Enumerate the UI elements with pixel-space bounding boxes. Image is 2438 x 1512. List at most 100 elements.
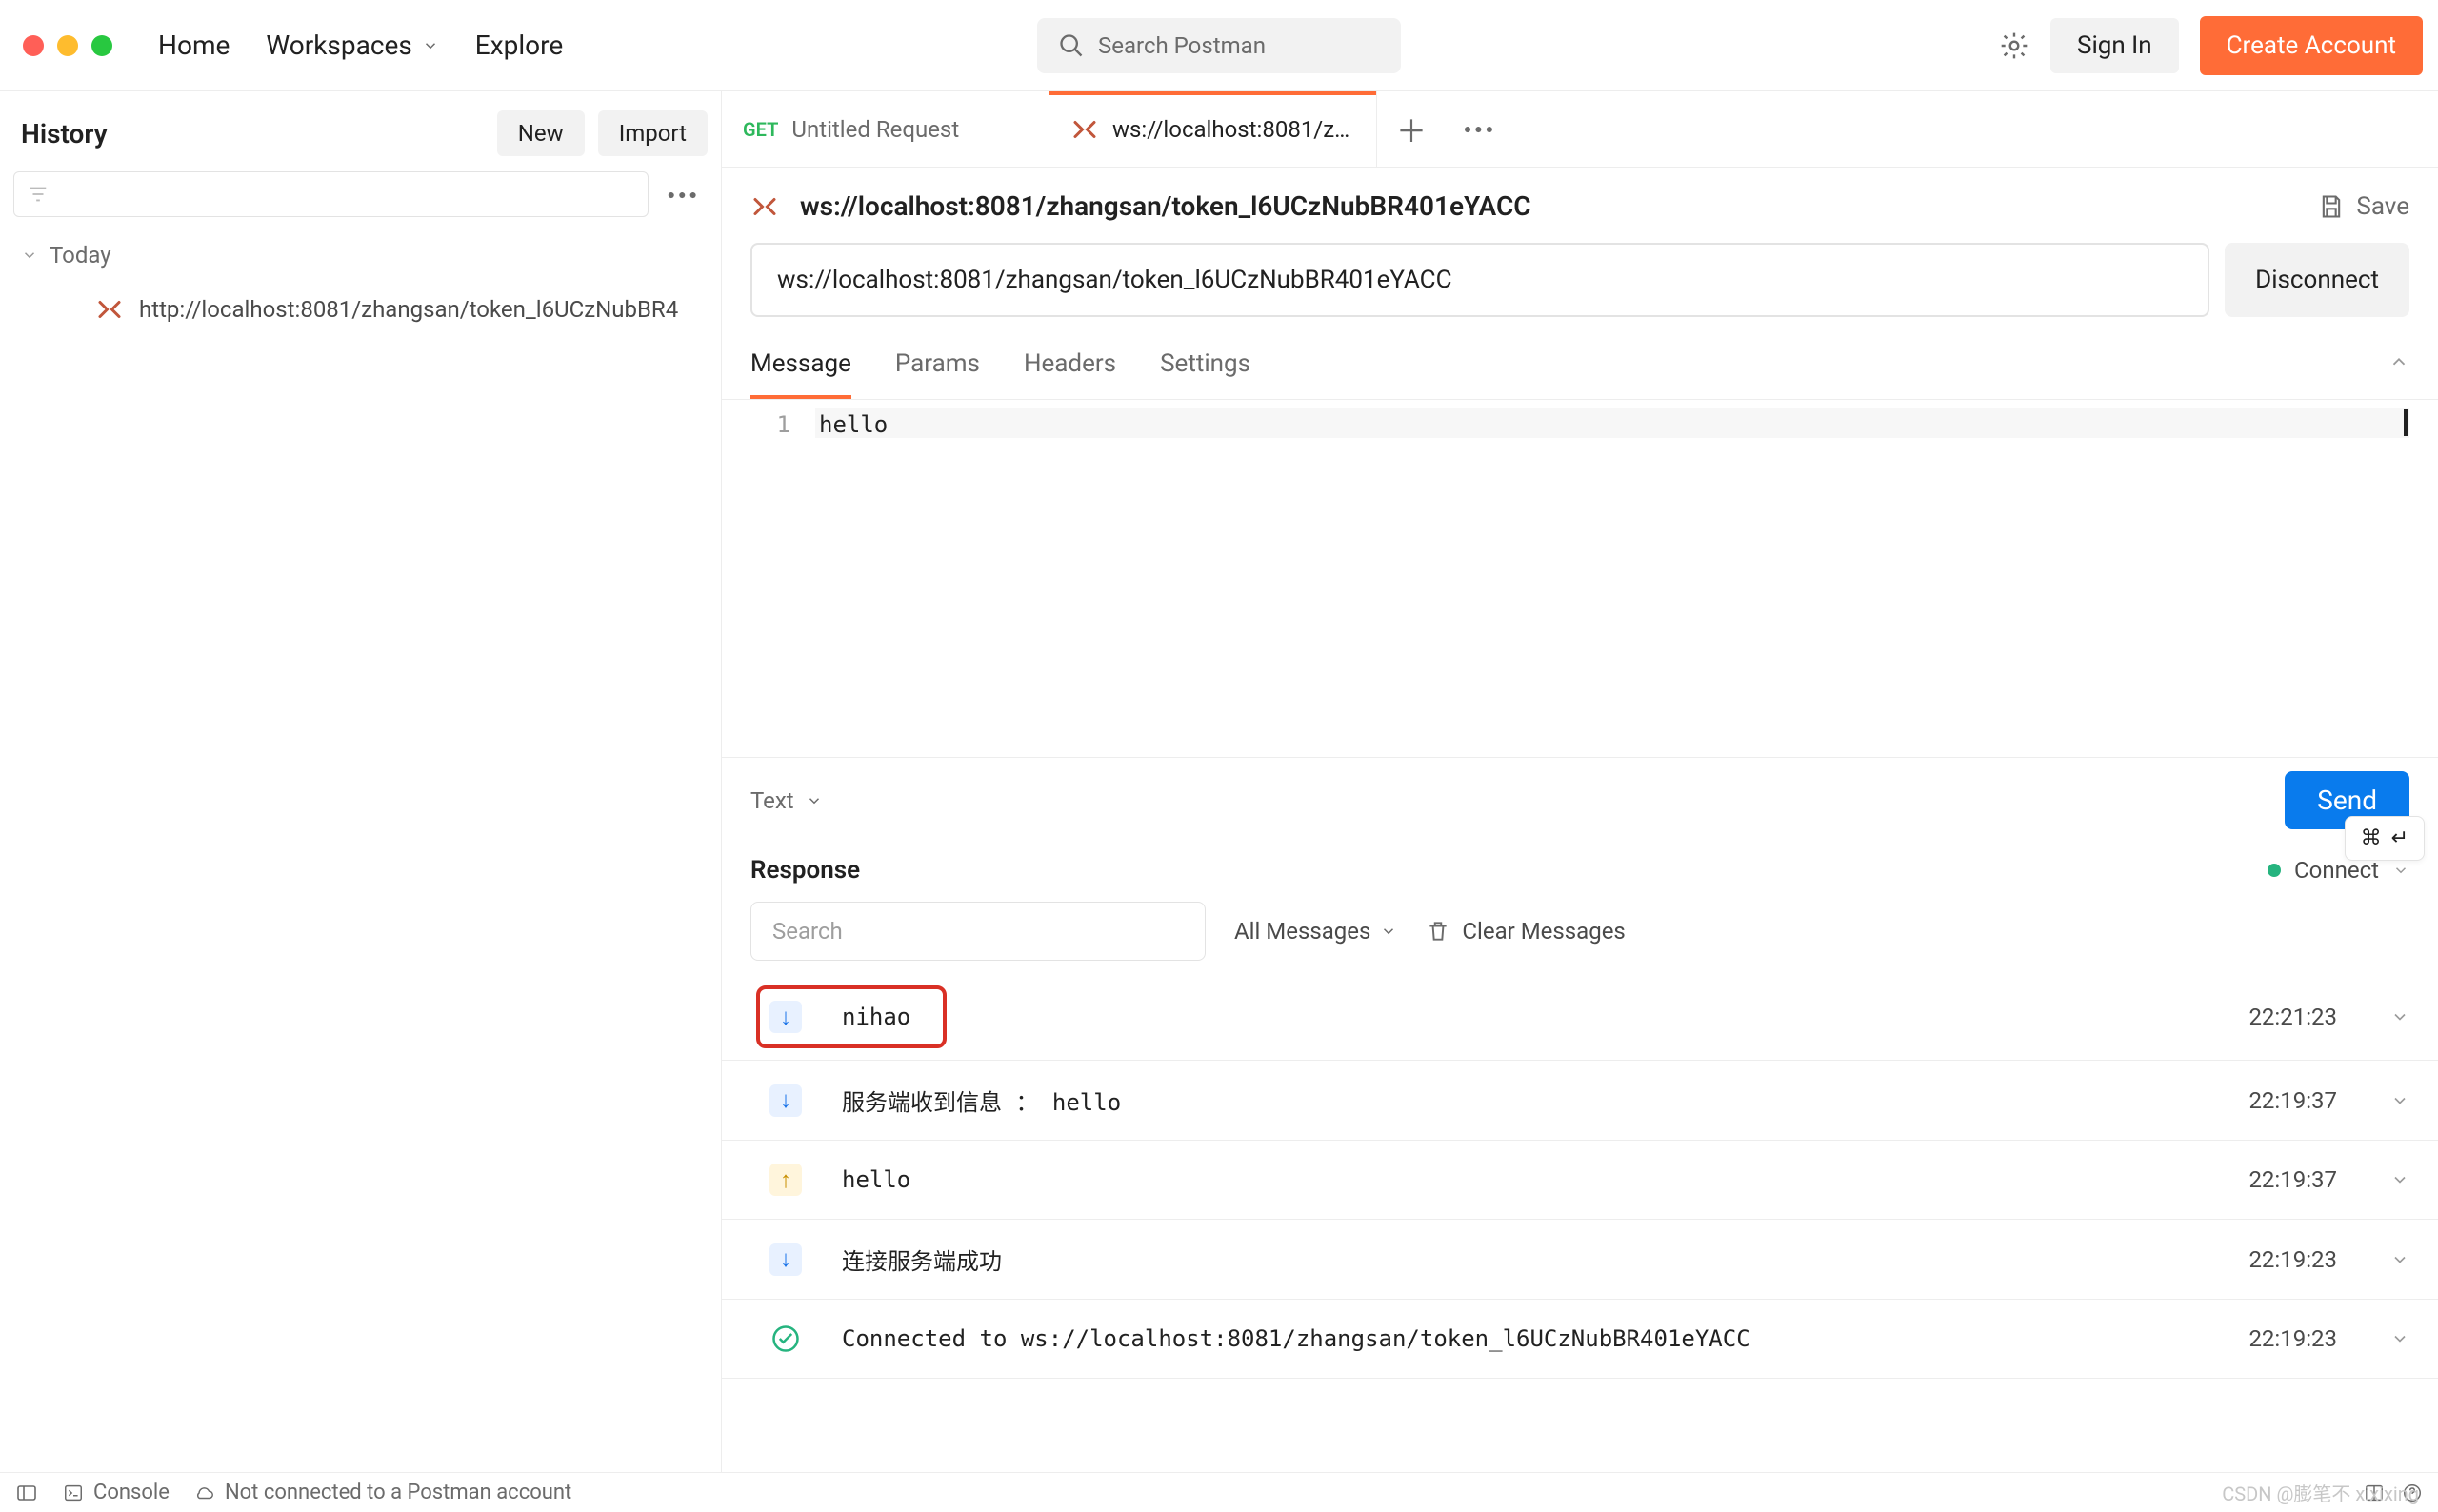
enter-key-icon: ↵	[2391, 826, 2408, 850]
check-circle-icon	[769, 1323, 802, 1355]
message-row[interactable]: ↓ 连接服务端成功 22:19:23	[722, 1220, 2438, 1300]
history-section-today[interactable]: Today	[0, 229, 721, 282]
top-nav: Home Workspaces Explore	[158, 30, 563, 61]
url-value: ws://localhost:8081/zhangsan/token_l6UCz…	[777, 266, 1452, 294]
clear-messages-button[interactable]: Clear Messages	[1426, 918, 1625, 945]
chevron-down-icon	[1380, 923, 1397, 940]
chevron-down-icon[interactable]	[2392, 862, 2409, 879]
response-title: Response	[750, 856, 860, 885]
sidebar-filter-row: ●●●	[0, 171, 721, 229]
shortcut-hint: ⌘ ↵	[2345, 816, 2425, 861]
message-list: ↓ nihao 22:21:23 ↓ 服务端收到信息 ： hello 22:19…	[722, 974, 2438, 1379]
tab-label: ws://localhost:8081/zhan	[1112, 116, 1355, 143]
request-title: ws://localhost:8081/zhangsan/token_l6UCz…	[800, 190, 1531, 222]
code-area[interactable]: hello	[815, 408, 2409, 757]
response-search-input[interactable]: Search	[750, 902, 1206, 961]
search-placeholder: Search Postman	[1098, 32, 1266, 59]
arrow-down-icon: ↓	[769, 1084, 802, 1117]
arrow-up-icon: ↑	[769, 1164, 802, 1196]
save-icon	[2318, 193, 2345, 220]
search-input[interactable]: Search Postman	[1037, 18, 1401, 73]
message-row[interactable]: ↓ nihao 22:21:23	[722, 974, 2438, 1061]
tab-bar: GET Untitled Request ws://localhost:8081…	[722, 91, 2438, 168]
save-button[interactable]: Save	[2318, 192, 2409, 221]
code-content: hello	[819, 411, 888, 438]
subtab-settings[interactable]: Settings	[1160, 334, 1250, 399]
chevron-down-icon	[806, 792, 823, 809]
tab-untitled-request[interactable]: GET Untitled Request	[722, 91, 1049, 167]
websocket-icon	[750, 192, 779, 221]
trash-icon	[1426, 919, 1450, 944]
chevron-down-icon	[422, 37, 439, 54]
new-tab-button[interactable]: ＋	[1377, 91, 1446, 167]
message-text: nihao	[842, 1004, 910, 1030]
tab-ws-request[interactable]: ws://localhost:8081/zhan	[1049, 91, 1377, 167]
section-label: Today	[50, 242, 111, 269]
sidebar-more-icon[interactable]: ●●●	[660, 179, 708, 210]
collapse-icon[interactable]	[2388, 351, 2409, 378]
format-label: Text	[750, 787, 794, 814]
send-bar: Text Send	[722, 758, 2438, 843]
message-row[interactable]: Connected to ws://localhost:8081/zhangsa…	[722, 1300, 2438, 1379]
cmd-key-icon: ⌘	[2361, 826, 2382, 850]
panel-toggle-icon[interactable]	[15, 1482, 38, 1504]
subtab-headers[interactable]: Headers	[1024, 334, 1116, 399]
clear-label: Clear Messages	[1462, 918, 1625, 945]
filter-input[interactable]	[13, 171, 649, 217]
top-right: Sign In Create Account	[1999, 16, 2423, 75]
message-editor[interactable]: 1 hello	[722, 400, 2438, 758]
chevron-down-icon[interactable]	[2390, 1091, 2409, 1110]
chevron-down-icon[interactable]	[2390, 1007, 2409, 1026]
history-item[interactable]: http://localhost:8081/zhangsan/token_l6U…	[0, 282, 721, 337]
window-controls	[23, 35, 112, 56]
websocket-icon	[1070, 115, 1099, 144]
url-row: ws://localhost:8081/zhangsan/token_l6UCz…	[722, 233, 2438, 334]
format-dropdown[interactable]: Text	[750, 787, 823, 814]
message-row[interactable]: ↑ hello 22:19:37	[722, 1141, 2438, 1220]
sidebar: History New Import ●●● Today http://loca…	[0, 91, 722, 1472]
url-input[interactable]: ws://localhost:8081/zhangsan/token_l6UCz…	[750, 243, 2209, 317]
websocket-icon	[95, 295, 124, 324]
subtab-params[interactable]: Params	[895, 334, 980, 399]
new-button[interactable]: New	[497, 110, 585, 156]
save-label: Save	[2356, 192, 2409, 221]
console-button[interactable]: Console	[63, 1481, 170, 1504]
message-text: Connected to ws://localhost:8081/zhangsa…	[842, 1325, 1750, 1352]
tabs-more-icon[interactable]: ●●●	[1446, 91, 1514, 167]
sidebar-actions: New Import	[497, 110, 708, 156]
request-pane: GET Untitled Request ws://localhost:8081…	[722, 91, 2438, 1472]
history-item-label: http://localhost:8081/zhangsan/token_l6U…	[139, 296, 678, 323]
request-subtabs: Message Params Headers Settings	[722, 334, 2438, 400]
minimize-window-icon[interactable]	[57, 35, 78, 56]
create-account-button[interactable]: Create Account	[2200, 16, 2423, 75]
status-bar: Console Not connected to a Postman accou…	[0, 1472, 2438, 1512]
chevron-down-icon	[21, 247, 38, 264]
status-label: Connect	[2294, 857, 2379, 884]
console-icon	[63, 1482, 84, 1503]
chevron-down-icon[interactable]	[2390, 1170, 2409, 1189]
nav-workspaces[interactable]: Workspaces	[266, 30, 438, 61]
signin-button[interactable]: Sign In	[2050, 18, 2179, 73]
chevron-down-icon[interactable]	[2390, 1329, 2409, 1348]
response-header: Response Connect ⌘ ↵	[722, 843, 2438, 898]
disconnect-button[interactable]: Disconnect	[2225, 243, 2409, 317]
console-label: Console	[93, 1481, 170, 1504]
close-window-icon[interactable]	[23, 35, 44, 56]
sidebar-header: History New Import	[0, 91, 721, 171]
subtab-message[interactable]: Message	[750, 334, 851, 399]
top-bar: Home Workspaces Explore Search Postman S…	[0, 0, 2438, 91]
line-number: 1	[750, 408, 815, 757]
nav-explore[interactable]: Explore	[475, 30, 563, 61]
gear-icon[interactable]	[1999, 30, 2029, 61]
message-row[interactable]: ↓ 服务端收到信息 ： hello 22:19:37	[722, 1061, 2438, 1141]
message-filter-dropdown[interactable]: All Messages	[1234, 918, 1397, 945]
message-time: 22:19:23	[2248, 1325, 2337, 1352]
filter-icon	[28, 184, 49, 205]
chevron-down-icon[interactable]	[2390, 1250, 2409, 1269]
maximize-window-icon[interactable]	[91, 35, 112, 56]
import-button[interactable]: Import	[598, 110, 708, 156]
cloud-off-icon	[194, 1482, 215, 1503]
method-badge: GET	[743, 118, 778, 141]
request-header: ws://localhost:8081/zhangsan/token_l6UCz…	[722, 168, 2438, 233]
nav-home[interactable]: Home	[158, 30, 230, 61]
